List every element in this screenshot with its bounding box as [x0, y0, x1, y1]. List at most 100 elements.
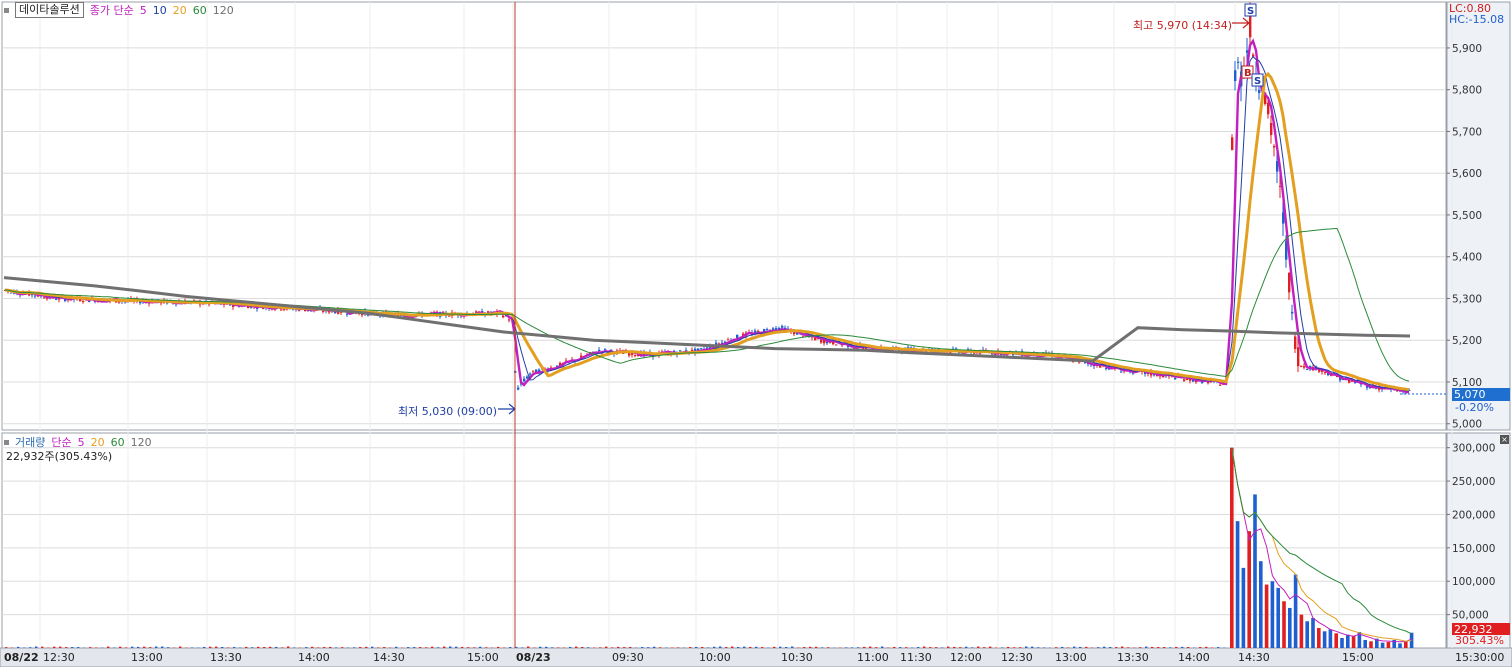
volume-bar [341, 647, 343, 648]
volume-bar [1103, 647, 1105, 648]
high-annotation: 최고 5,970 (14:34) [1133, 17, 1232, 33]
price-tick-label: 5,800 [1452, 85, 1482, 97]
volume-bar [1037, 647, 1039, 648]
volume-bar [977, 647, 979, 648]
volume-bar [1294, 575, 1298, 648]
up-candle [82, 301, 84, 302]
time-tick-label: 15:00 [467, 651, 499, 664]
volume-bar [1019, 647, 1021, 648]
volume-bar [821, 647, 823, 648]
volume-bar [449, 646, 451, 648]
volume-bar [695, 647, 697, 648]
ma-60-label: 60 [193, 4, 207, 17]
volume-bar [713, 647, 715, 648]
volume-bar [167, 647, 169, 648]
price-tick-label: 5,000 [1452, 419, 1482, 431]
time-tick-label: 13:00 [1055, 651, 1087, 664]
vol-ma-120-label: 120 [131, 436, 152, 449]
volume-bar [953, 647, 955, 648]
volume-bar [1346, 635, 1350, 648]
volume-bar [443, 647, 445, 648]
volume-bar [137, 647, 139, 648]
ma-120-label: 120 [213, 4, 234, 17]
volume-legend-square-icon [4, 440, 9, 445]
volume-bar [1085, 647, 1087, 648]
b-marker-text: B [1244, 68, 1252, 79]
up-candle [814, 338, 816, 340]
time-tick-label: 13:30 [1117, 651, 1149, 664]
volume-bar [731, 647, 733, 648]
volume-bar [1259, 561, 1263, 648]
volume-bar [215, 647, 217, 648]
ma-prefix: 종가 단순 [90, 2, 134, 18]
volume-bar [509, 647, 511, 648]
volume-bar [1067, 647, 1069, 648]
volume-bar [707, 647, 709, 648]
volume-bar [479, 647, 481, 648]
stock-name[interactable]: 데이타솔루션 [15, 2, 84, 18]
volume-bar [1334, 633, 1338, 648]
volume-bar [647, 647, 649, 648]
price-tick-label: 5,900 [1452, 43, 1482, 55]
volume-bar [875, 647, 877, 648]
volume-bar [785, 647, 787, 648]
volume-bar [1157, 647, 1159, 648]
volume-bar [131, 647, 133, 648]
volume-bar [437, 647, 439, 648]
up-candle [1249, 15, 1251, 37]
up-candle [1267, 103, 1269, 114]
down-candle [526, 377, 528, 379]
volume-bar [881, 647, 883, 648]
volume-bar [623, 647, 625, 648]
chart-stage: SBS 5,0005,1005,2005,3005,4005,5005,6005… [0, 0, 1512, 667]
volume-bar [1091, 647, 1093, 648]
volume-bar [539, 647, 541, 648]
volume-bar [269, 647, 271, 648]
volume-bar [41, 647, 43, 648]
volume-bar [329, 647, 331, 648]
current-change: -0.20% [1455, 401, 1494, 414]
volume-bar [473, 647, 475, 648]
volume-bar [929, 647, 931, 648]
up-candle [502, 316, 504, 318]
volume-bar [77, 647, 79, 648]
time-tick-label: 14:30 [1238, 651, 1270, 664]
price-legend: 데이타솔루션 종가 단순 5 10 20 60 120 [4, 2, 234, 18]
volume-bar [1211, 647, 1213, 648]
volume-bar [1236, 521, 1240, 648]
pane-close-icon[interactable]: × [1500, 435, 1509, 444]
volume-bar [617, 647, 619, 648]
volume-bar [677, 647, 679, 648]
volume-bar [959, 647, 961, 648]
down-candle [736, 335, 738, 338]
down-candle [766, 329, 768, 330]
time-tick-label: 13:00 [131, 651, 163, 664]
up-candle [757, 331, 759, 332]
up-candle [820, 340, 822, 343]
down-candle [1306, 369, 1308, 370]
volume-bar [1253, 494, 1257, 648]
volume-bar [227, 647, 229, 648]
volume-bar [941, 647, 943, 648]
volume-bar [827, 647, 829, 648]
time-tick-label: 08/22 [4, 651, 39, 664]
volume-bar [1055, 647, 1057, 648]
down-candle [781, 326, 783, 328]
volume-bar [149, 647, 151, 648]
volume-bar [689, 647, 691, 648]
down-candle [1291, 312, 1293, 314]
time-tick-label: 10:00 [699, 651, 731, 664]
volume-bar [317, 647, 319, 648]
volume-bar [857, 647, 859, 648]
volume-bar [1363, 640, 1367, 648]
price-tick-label: 5,700 [1452, 126, 1482, 138]
vol-ma-60-label: 60 [111, 436, 125, 449]
volume-bar [971, 647, 973, 648]
down-candle [1276, 161, 1278, 172]
volume-bar [887, 647, 889, 648]
volume-tick-label: 200,000 [1452, 509, 1495, 521]
volume-bar [551, 647, 553, 648]
time-tick-label: 12:00 [950, 651, 982, 664]
volume-bar [569, 647, 571, 648]
volume-bar [1151, 647, 1153, 648]
